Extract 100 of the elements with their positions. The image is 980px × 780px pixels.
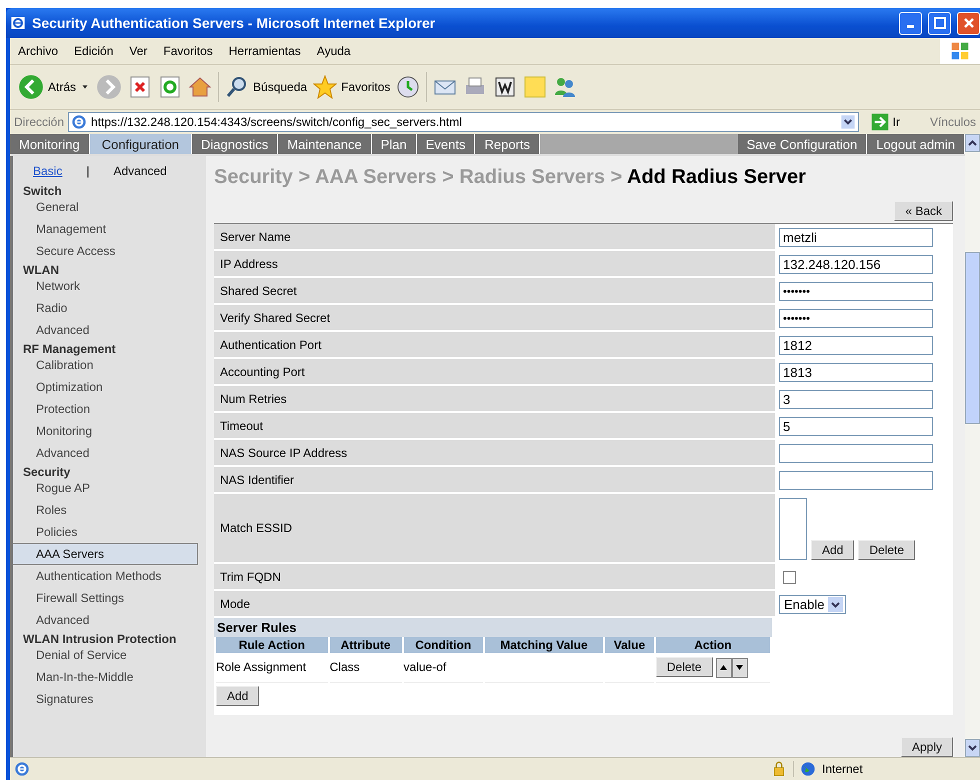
star-icon <box>313 75 338 99</box>
people-icon <box>553 75 578 99</box>
list-button[interactable]: Add <box>811 540 854 560</box>
maximize-icon[interactable] <box>928 12 951 34</box>
text-field[interactable] <box>779 444 933 463</box>
go-button[interactable]: Ir <box>862 113 908 131</box>
back-button[interactable]: Atrás <box>18 74 90 100</box>
nav-tab[interactable]: Diagnostics <box>192 134 278 154</box>
menu-item[interactable]: Ayuda <box>308 44 359 58</box>
sidebar-heading: WLAN <box>22 263 60 277</box>
menu-item[interactable]: Ver <box>121 44 156 58</box>
sidebar-heading: RF Management <box>22 342 117 356</box>
password-field[interactable]: ••••••• <box>779 309 933 328</box>
sidebar-item[interactable]: Optimization <box>13 376 198 398</box>
text-field[interactable] <box>779 471 933 490</box>
list-button[interactable]: Delete <box>858 540 916 560</box>
table-cell: Role Assignment <box>216 660 306 674</box>
field-label: Timeout <box>214 413 775 438</box>
sidebar-item[interactable]: Man-In-the-Middle <box>13 666 198 688</box>
sidebar-item[interactable]: Calibration <box>13 356 198 376</box>
sidebar-item[interactable]: Protection <box>13 398 198 420</box>
field-label: NAS Identifier <box>214 467 775 492</box>
history-icon <box>396 75 420 99</box>
checkbox[interactable] <box>783 571 796 584</box>
sidebar-item[interactable]: Network <box>13 277 198 297</box>
table-cell: Class <box>330 660 360 674</box>
text-field[interactable]: 3 <box>779 390 933 409</box>
address-label: Dirección <box>14 115 64 129</box>
zone-label: Internet <box>822 762 863 776</box>
text-field[interactable]: 1813 <box>779 363 933 382</box>
nav-tab[interactable]: Reports <box>475 134 540 154</box>
address-field[interactable]: https://132.248.120.154:4343/screens/switch/config_sec_servers.html <box>68 112 859 132</box>
sidebar-item[interactable]: Authentication Methods <box>13 565 198 587</box>
apply-button[interactable]: Apply <box>900 737 953 757</box>
sidebar-heading: Switch <box>22 184 63 198</box>
sidebar-item[interactable]: AAA Servers <box>13 543 198 565</box>
column-header: Condition <box>404 637 483 653</box>
field-label: Trim FQDN <box>214 564 775 589</box>
sidebar-item[interactable]: Advanced <box>13 319 198 341</box>
table-cell: value-of <box>404 660 446 674</box>
sidebar-item[interactable]: Advanced <box>13 442 198 464</box>
nav-tab[interactable]: Events <box>416 134 476 154</box>
text-field[interactable]: 5 <box>779 417 933 436</box>
window-title: Security Authentication Servers - Microsoft Internet Explorer <box>32 15 436 31</box>
scroll-up-icon[interactable] <box>965 134 980 152</box>
text-field[interactable]: 132.248.120.156 <box>779 255 933 274</box>
field-label: Server Name <box>214 224 775 249</box>
dropdown-icon <box>840 114 856 130</box>
minimize-icon[interactable] <box>899 12 922 34</box>
nav-action[interactable]: Save Configuration <box>738 134 868 154</box>
sidebar-item[interactable]: Roles <box>13 499 198 521</box>
nav-tab[interactable]: Plan <box>372 134 417 154</box>
menu-item[interactable]: Herramientas <box>220 44 309 58</box>
menu-item[interactable]: Archivo <box>10 44 66 58</box>
sidebar-item[interactable]: General <box>13 198 198 218</box>
scrollbar[interactable] <box>965 134 980 757</box>
page-icon <box>71 114 88 130</box>
search-button[interactable]: Búsqueda <box>225 75 308 99</box>
links-label[interactable]: Vínculos <box>912 115 976 129</box>
menu-item[interactable]: Favoritos <box>155 44 221 58</box>
section-title: Server Rules <box>214 618 772 637</box>
list-box[interactable] <box>779 498 807 560</box>
back-button[interactable]: « Back <box>894 201 953 221</box>
refresh-icon <box>158 75 182 99</box>
nav-tab[interactable]: Configuration <box>90 134 192 154</box>
delete-button[interactable]: Delete <box>656 657 713 677</box>
home-icon <box>188 75 212 99</box>
stop-icon <box>128 75 152 99</box>
field-label: Num Retries <box>214 386 775 411</box>
sidebar-item[interactable]: Policies <box>13 521 198 543</box>
menu-item[interactable]: Edición <box>66 44 122 58</box>
sidebar-item[interactable]: Monitoring <box>13 420 198 442</box>
sidebar-item[interactable]: Advanced <box>13 609 198 631</box>
sidebar-item[interactable]: Secure Access <box>13 240 198 262</box>
add-button[interactable]: Add <box>216 686 260 706</box>
sidebar-item[interactable]: Signatures <box>13 688 198 710</box>
sidebar-item[interactable]: Radio <box>13 297 198 319</box>
sidebar-item[interactable]: Firewall Settings <box>13 587 198 609</box>
nav-action[interactable]: Logout admin <box>867 134 965 154</box>
close-icon[interactable] <box>957 12 980 34</box>
field-label: NAS Source IP Address <box>214 440 775 465</box>
mode-link[interactable]: Advanced <box>113 164 167 178</box>
scroll-down-icon[interactable] <box>965 739 980 757</box>
text-field[interactable]: 1812 <box>779 336 933 355</box>
column-header: Rule Action <box>216 637 328 653</box>
field-label: Accounting Port <box>214 359 775 384</box>
mode-dropdown[interactable]: Enable <box>779 595 846 614</box>
nav-tab[interactable]: Monitoring <box>10 134 90 154</box>
mode-link[interactable]: Basic <box>33 164 62 178</box>
column-header: Value <box>605 637 654 653</box>
lock-icon <box>771 761 787 777</box>
sidebar-item[interactable]: Rogue AP <box>13 479 198 499</box>
sidebar-item[interactable]: Denial of Service <box>13 646 198 666</box>
page-title: Security > AAA Servers > Radius Servers > Add Radius Server <box>214 165 807 190</box>
sidebar-item[interactable]: Management <box>13 218 198 240</box>
browser-icon <box>10 15 26 31</box>
favorites-button[interactable]: Favoritos <box>313 75 390 99</box>
nav-tab[interactable]: Maintenance <box>278 134 372 154</box>
password-field[interactable]: ••••••• <box>779 282 933 301</box>
text-field[interactable]: metzli <box>779 228 933 247</box>
